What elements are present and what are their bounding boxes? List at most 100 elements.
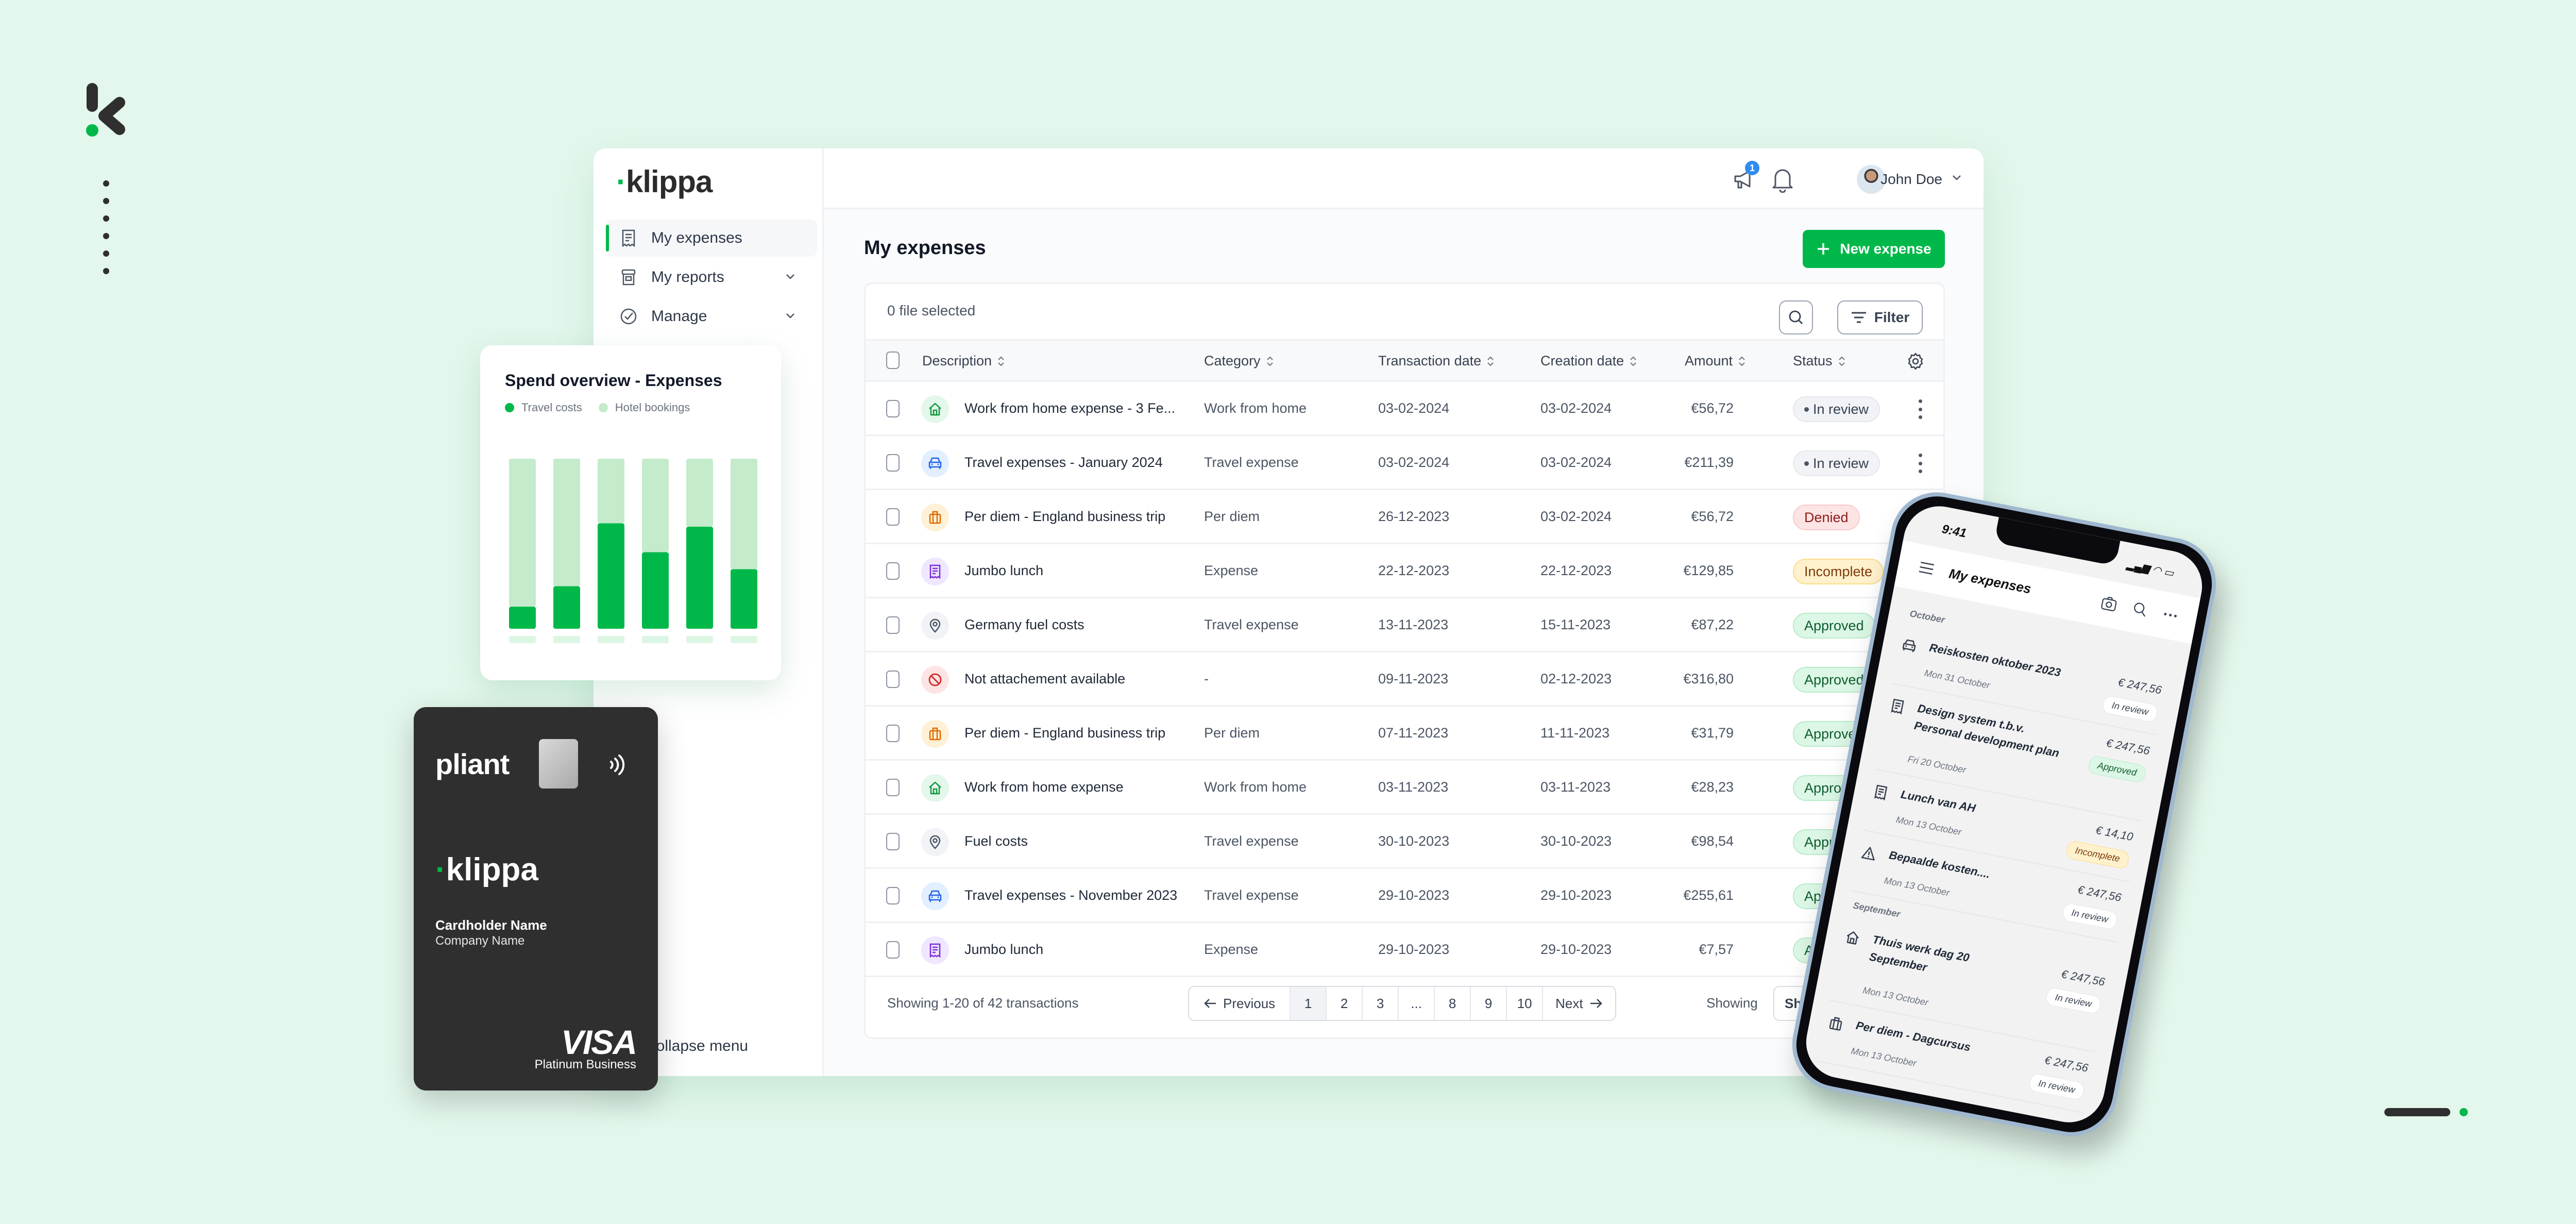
row-checkbox[interactable]	[886, 725, 900, 742]
user-name[interactable]: John Doe	[1880, 171, 1942, 188]
bar-hotel-bookings-5	[686, 459, 713, 527]
cell-transaction-date: 13-11-2023	[1378, 617, 1449, 632]
sidebar-item-my-expenses[interactable]: My expenses	[606, 220, 817, 257]
table-row[interactable]: Travel expenses - November 2023 Travel e…	[866, 869, 1943, 923]
table-row[interactable]: Travel expenses - January 2024 Travel ex…	[866, 436, 1943, 490]
decorative-dots	[103, 180, 110, 286]
camera-icon[interactable]	[2099, 594, 2119, 614]
plus-icon	[1818, 243, 1829, 255]
row-checkbox[interactable]	[886, 779, 900, 796]
cell-category: Expense	[1204, 942, 1259, 957]
bell-icon[interactable]	[1771, 166, 1794, 193]
page-button[interactable]: 8	[1434, 987, 1470, 1020]
phone-item-amount: € 247,56	[2060, 967, 2106, 989]
column-header-amount[interactable]: Amount	[1685, 353, 1746, 369]
row-checkbox[interactable]	[886, 400, 900, 417]
legend-label: Travel costs	[521, 401, 582, 414]
car-icon	[921, 882, 949, 910]
column-label: Status	[1793, 353, 1833, 368]
page-title: My expenses	[864, 237, 986, 259]
column-label: Description	[922, 353, 992, 368]
cell-transaction-date: 26-12-2023	[1378, 509, 1450, 524]
table-row[interactable]: Per diem - England business trip Per die…	[866, 490, 1943, 544]
row-checkbox[interactable]	[886, 454, 900, 472]
column-header-transaction-date[interactable]: Transaction date	[1378, 353, 1495, 369]
page-ellipsis: ...	[1398, 987, 1434, 1020]
gear-icon[interactable]	[1906, 352, 1925, 371]
phone-item-amount: € 247,56	[2043, 1053, 2090, 1075]
chevron-down-icon[interactable]	[1951, 171, 1963, 183]
cell-transaction-date: 22-12-2023	[1378, 563, 1450, 578]
pager: Previous 1 2 3... 8 9 10 Next	[1188, 986, 1616, 1021]
cell-amount: €129,85	[1683, 563, 1734, 578]
cell-category: Expense	[1204, 563, 1259, 578]
new-expense-button[interactable]: New expense	[1803, 230, 1945, 268]
new-expense-label: New expense	[1840, 241, 1931, 257]
row-actions-menu-icon[interactable]	[1918, 454, 1923, 473]
table-row[interactable]: Fuel costs Travel expense 30-10-2023 30-…	[866, 815, 1943, 869]
column-label: Transaction date	[1378, 353, 1482, 368]
more-options-icon[interactable]	[2161, 606, 2179, 624]
cell-creation-date: 03-02-2024	[1540, 400, 1612, 416]
filter-button[interactable]: Filter	[1837, 300, 1923, 334]
status-label: In review	[1813, 401, 1869, 417]
bar-hotel-bookings-2	[553, 459, 580, 586]
bar-travel-costs-1	[509, 607, 536, 629]
row-checkbox[interactable]	[886, 616, 900, 634]
page-button[interactable]: 3	[1362, 987, 1398, 1020]
column-header-status[interactable]: Status	[1793, 353, 1846, 369]
slide-indicator	[2384, 1108, 2468, 1116]
slide-indicator-dot[interactable]	[2460, 1108, 2468, 1116]
column-label: Amount	[1685, 353, 1733, 368]
hamburger-menu-icon[interactable]	[1918, 561, 1935, 576]
row-checkbox[interactable]	[886, 833, 900, 850]
table-row[interactable]: Not attachement available - 09-11-2023 0…	[866, 652, 1943, 707]
column-header-description[interactable]: Description	[922, 353, 1005, 369]
row-actions-menu-icon[interactable]	[1918, 399, 1923, 419]
table-row[interactable]: Germany fuel costs Travel expense 13-11-…	[866, 598, 1943, 652]
cell-creation-date: 03-02-2024	[1540, 509, 1612, 524]
cardholder-name: Cardholder Name	[435, 917, 547, 933]
cell-amount: €56,72	[1691, 509, 1734, 524]
cell-creation-date: 29-10-2023	[1540, 942, 1612, 957]
cell-description: Per diem - England business trip	[964, 509, 1166, 524]
collapse-menu-button[interactable]: Collapse menu	[645, 1037, 748, 1055]
row-checkbox[interactable]	[886, 941, 900, 959]
table-row[interactable]: Work from home expense - 3 Fe... Work fr…	[866, 382, 1943, 436]
table-row[interactable]: Jumbo lunch Expense 29-10-2023 29-10-202…	[866, 923, 1943, 977]
sidebar-item-manage[interactable]: Manage	[606, 298, 817, 335]
cell-description: Travel expenses - November 2023	[964, 887, 1178, 903]
bar-travel-costs-6	[731, 569, 757, 629]
search-icon[interactable]	[2131, 600, 2149, 618]
row-checkbox[interactable]	[886, 562, 900, 580]
slide-indicator-active	[2384, 1108, 2450, 1116]
car-icon	[921, 449, 949, 477]
page-button[interactable]: 9	[1470, 987, 1506, 1020]
table-row[interactable]: Jumbo lunch Expense 22-12-2023 22-12-202…	[866, 544, 1943, 598]
cell-creation-date: 11-11-2023	[1540, 725, 1610, 741]
chart-title: Spend overview - Expenses	[505, 371, 722, 390]
row-checkbox[interactable]	[886, 508, 900, 526]
status-badge: Incomplete	[1793, 559, 1884, 584]
sort-icon	[998, 356, 1004, 366]
select-all-checkbox[interactable]	[886, 351, 900, 369]
filter-label: Filter	[1874, 309, 1910, 325]
row-checkbox[interactable]	[886, 887, 900, 904]
column-header-category[interactable]: Category	[1204, 353, 1274, 369]
next-page-button[interactable]: Next	[1542, 987, 1615, 1020]
previous-page-button[interactable]: Previous	[1189, 987, 1290, 1020]
page-button[interactable]: 1	[1290, 987, 1326, 1020]
phone-time: 9:41	[1940, 522, 1968, 541]
app-logo[interactable]: ·klippa	[616, 164, 713, 199]
phone-item-date: Fri 20 October	[1907, 753, 1967, 776]
search-button[interactable]	[1779, 300, 1813, 334]
bar-travel-costs-4	[642, 552, 669, 629]
row-checkbox[interactable]	[886, 670, 900, 688]
page-button[interactable]: 10	[1506, 987, 1542, 1020]
page-button[interactable]: 2	[1326, 987, 1362, 1020]
cell-amount: €255,61	[1683, 887, 1734, 903]
column-header-creation-date[interactable]: Creation date	[1540, 353, 1637, 369]
table-row[interactable]: Work from home expense Work from home 03…	[866, 761, 1943, 815]
sidebar-item-my-reports[interactable]: My reports	[606, 259, 817, 296]
table-row[interactable]: Per diem - England business trip Per die…	[866, 707, 1943, 761]
